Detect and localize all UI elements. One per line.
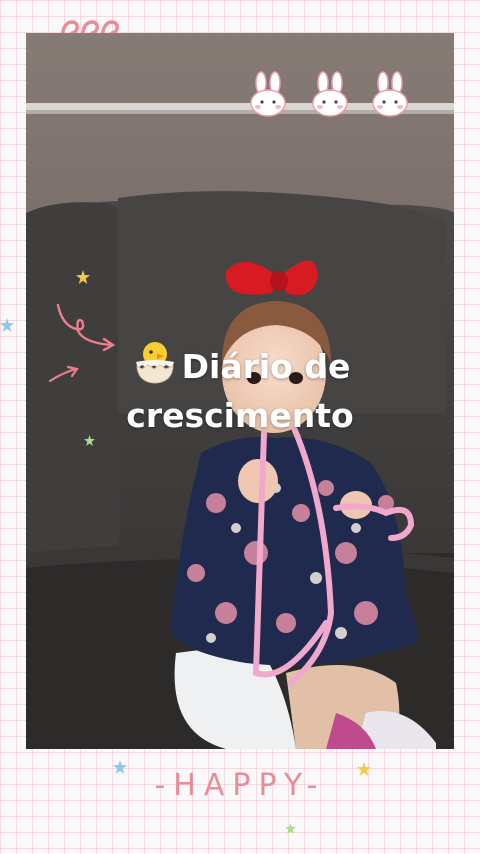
star-green-bottom-icon [285, 823, 296, 834]
bunny-sticker-icon [250, 71, 286, 117]
bunny-sticker-icon [312, 71, 348, 117]
title-line-2: crescimento [126, 396, 354, 435]
title-text-1: Diário de [181, 347, 351, 386]
bunny-sticker-icon [372, 71, 408, 117]
hatching-chick-icon [135, 342, 174, 384]
star-blue-left-icon [0, 318, 14, 332]
star-yellow-icon [76, 270, 90, 284]
happy-caption: -HAPPY- [154, 768, 326, 803]
title-line-1: Diário de [26, 338, 454, 391]
diary-title: Diário de crescimento [26, 338, 454, 440]
photo-frame: Diário de crescimento [26, 33, 454, 749]
